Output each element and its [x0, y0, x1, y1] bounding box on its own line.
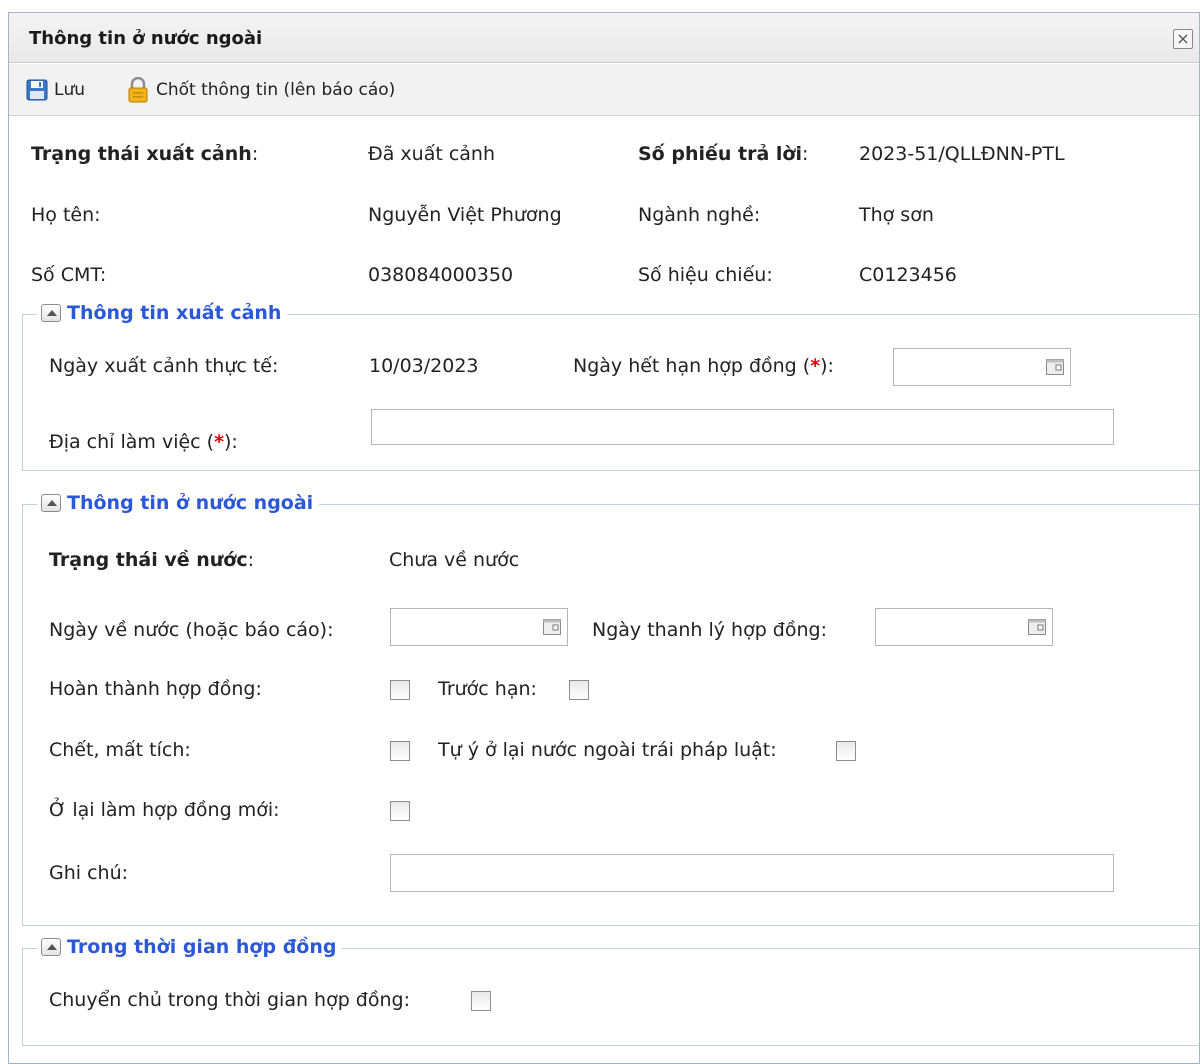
exit-info-legend-text: Thông tin xuất cảnh	[67, 302, 282, 324]
early-checkbox[interactable]	[569, 680, 589, 700]
occupation-value: Thợ sơn	[859, 204, 934, 226]
save-button[interactable]: Lưu	[26, 77, 85, 103]
illegal-stay-label: Tự ý ở lại nước ngoài trái pháp luật:	[438, 739, 777, 761]
passport-label: Số hiệu chiếu:	[638, 264, 773, 286]
workplace-address-input[interactable]	[371, 409, 1114, 445]
dialog-window: Thông tin ở nước ngoài × Lưu Chốt thông …	[8, 12, 1200, 1064]
calendar-icon[interactable]	[538, 610, 566, 644]
early-label: Trước hạn:	[438, 678, 537, 700]
calendar-icon[interactable]	[1041, 350, 1069, 384]
required-mark: *	[214, 431, 225, 453]
return-date-label: Ngày về nước (hoặc báo cáo):	[49, 619, 334, 641]
occupation-label: Ngành nghề:	[638, 204, 761, 226]
note-input[interactable]	[390, 854, 1114, 892]
collapse-icon[interactable]	[41, 494, 61, 512]
contract-period-legend-text: Trong thời gian hợp đồng	[67, 936, 337, 958]
workplace-address-label-text: Địa chỉ làm việc (	[49, 431, 215, 453]
id-number-value: 038084000350	[368, 264, 514, 286]
calendar-icon[interactable]	[1023, 610, 1051, 644]
save-button-label: Lưu	[54, 80, 86, 100]
contract-expiry-label: Ngày hết hạn hợp đồng (*):	[573, 355, 834, 377]
name-value: Nguyễn Việt Phương	[368, 204, 562, 226]
employer-transfer-checkbox[interactable]	[471, 991, 491, 1011]
abroad-info-legend[interactable]: Thông tin ở nước ngoài	[37, 492, 320, 514]
employer-transfer-label: Chuyển chủ trong thời gian hợp đồng:	[49, 989, 410, 1011]
required-mark: *	[810, 355, 821, 377]
new-contract-label: Ở lại làm hợp đồng mới:	[49, 799, 280, 821]
contract-period-legend[interactable]: Trong thời gian hợp đồng	[37, 936, 343, 958]
id-number-label: Số CMT:	[31, 264, 107, 286]
illegal-stay-checkbox[interactable]	[836, 741, 856, 761]
actual-exit-date-value: 10/03/2023	[369, 355, 479, 377]
name-label: Họ tên:	[31, 204, 101, 226]
lock-info-button[interactable]: Chốt thông tin (lên báo cáo)	[126, 77, 395, 103]
reply-number-label-text: Số phiếu trả lời	[638, 143, 802, 165]
workplace-address-label: Địa chỉ làm việc (*):	[49, 431, 238, 453]
contract-liquidation-date-input[interactable]	[875, 608, 1053, 646]
label-suffix: ):	[224, 431, 238, 453]
dialog-titlebar[interactable]: Thông tin ở nước ngoài ×	[9, 13, 1199, 63]
exit-status-label-text: Trạng thái xuất cảnh	[31, 143, 252, 165]
return-status-value: Chưa về nước	[389, 549, 520, 571]
return-status-label-text: Trạng thái về nước	[49, 549, 248, 571]
return-status-label: Trạng thái về nước:	[49, 549, 255, 571]
exit-status-label: Trạng thái xuất cảnh:	[31, 143, 259, 165]
dead-missing-checkbox[interactable]	[390, 741, 410, 761]
new-contract-checkbox[interactable]	[390, 801, 410, 821]
contract-expiry-date-input[interactable]	[893, 348, 1071, 386]
dead-missing-label: Chết, mất tích:	[49, 739, 191, 761]
floppy-disk-icon	[26, 79, 48, 101]
actual-exit-date-label: Ngày xuất cảnh thực tế:	[49, 355, 279, 377]
lock-info-label: Chốt thông tin (lên báo cáo)	[156, 80, 396, 100]
passport-value: C0123456	[859, 264, 957, 286]
reply-number-value: 2023-51/QLLĐNN-PTL	[859, 143, 1065, 165]
dialog-title: Thông tin ở nước ngoài	[29, 28, 263, 49]
contract-expiry-label-text: Ngày hết hạn hợp đồng (	[573, 355, 811, 377]
contract-liquidation-label: Ngày thanh lý hợp đồng:	[592, 619, 827, 641]
note-label: Ghi chú:	[49, 862, 129, 884]
toolbar: Lưu Chốt thông tin (lên báo cáo)	[9, 64, 1199, 116]
close-icon[interactable]: ×	[1173, 29, 1193, 49]
collapse-icon[interactable]	[41, 304, 61, 322]
lock-icon	[128, 77, 148, 103]
label-suffix: ):	[820, 355, 834, 377]
collapse-icon[interactable]	[41, 938, 61, 956]
exit-info-legend[interactable]: Thông tin xuất cảnh	[37, 302, 288, 324]
abroad-info-legend-text: Thông tin ở nước ngoài	[67, 492, 314, 514]
contract-completed-label: Hoàn thành hợp đồng:	[49, 678, 262, 700]
contract-completed-checkbox[interactable]	[390, 680, 410, 700]
return-date-input[interactable]	[390, 608, 568, 646]
exit-status-value: Đã xuất cảnh	[368, 143, 495, 165]
reply-number-label: Số phiếu trả lời:	[638, 143, 809, 165]
